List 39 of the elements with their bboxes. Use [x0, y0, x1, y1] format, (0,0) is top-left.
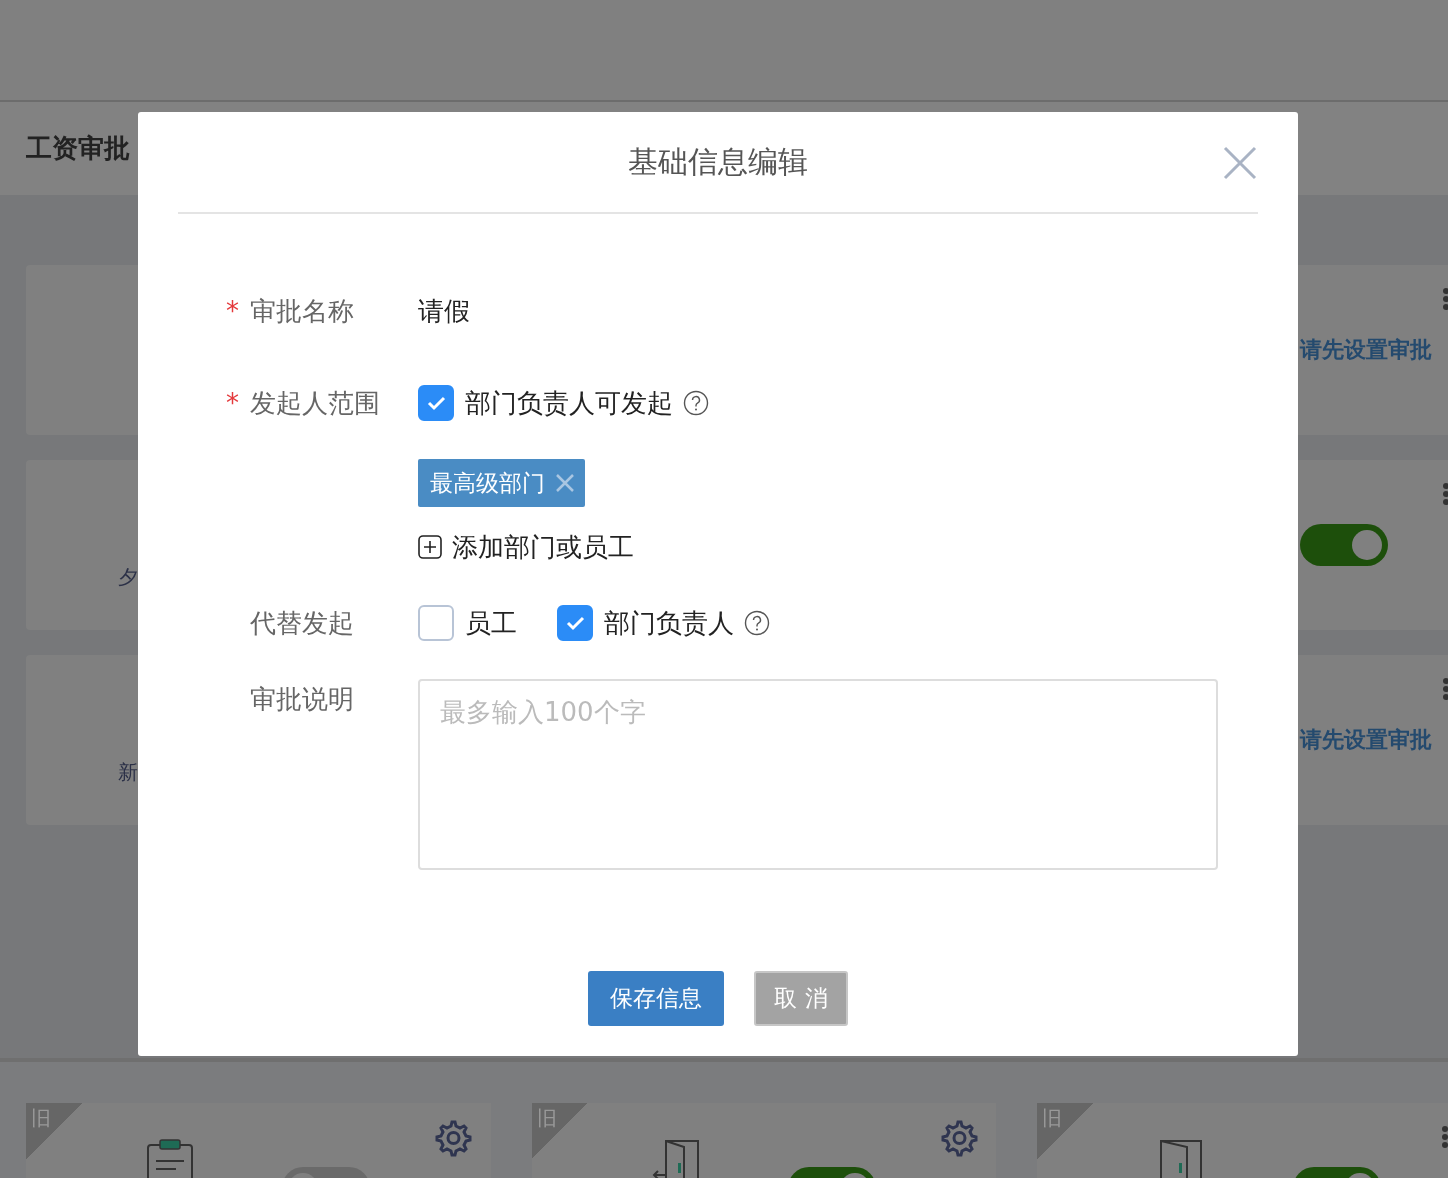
clipboard-icon	[146, 1137, 194, 1178]
status-text: 请先设置审批	[1300, 336, 1432, 364]
checkbox[interactable]	[557, 605, 593, 641]
cancel-button[interactable]: 取 消	[754, 971, 848, 1026]
door-icon	[1157, 1137, 1205, 1178]
checkbox-label: 员工	[465, 606, 517, 640]
more-icon[interactable]	[1440, 1125, 1448, 1149]
required-mark: *	[226, 387, 240, 420]
card-title: 新	[118, 760, 138, 784]
add-link[interactable]: 添加部门或员工	[452, 529, 634, 565]
save-button[interactable]: 保存信息	[588, 971, 724, 1026]
dialog-title: 基础信息编辑	[628, 142, 808, 181]
page-title: 工资审批	[26, 132, 130, 165]
field-label: 发起人范围	[250, 387, 380, 420]
field-label: 审批说明	[250, 683, 354, 716]
required-mark: *	[226, 295, 240, 328]
toggle-switch[interactable]	[1300, 524, 1388, 566]
description-field[interactable]: 最多输入100个字	[418, 679, 1218, 870]
settings-icon[interactable]	[434, 1119, 474, 1159]
remove-icon[interactable]	[555, 473, 575, 493]
door-icon	[652, 1137, 700, 1178]
status-text: 请先设置审批	[1300, 726, 1432, 754]
card-title: 夕	[118, 565, 138, 589]
checkbox-label: 部门负责人	[604, 606, 734, 640]
more-icon[interactable]	[1441, 482, 1448, 506]
field-label: 审批名称	[250, 295, 354, 328]
add-icon[interactable]	[418, 535, 442, 559]
field-label: 代替发起	[250, 607, 354, 640]
close-icon[interactable]	[1222, 145, 1258, 181]
checkbox[interactable]	[418, 605, 454, 641]
settings-icon[interactable]	[940, 1119, 980, 1159]
tag-label: 最高级部门	[430, 468, 545, 498]
help-icon[interactable]	[744, 610, 770, 636]
checkbox[interactable]	[418, 385, 454, 421]
field-value: 请假	[418, 295, 470, 328]
checkbox-label: 部门负责人可发起	[465, 386, 673, 420]
help-icon[interactable]	[683, 390, 709, 416]
more-icon[interactable]	[1441, 677, 1448, 701]
more-icon[interactable]	[1441, 287, 1448, 311]
